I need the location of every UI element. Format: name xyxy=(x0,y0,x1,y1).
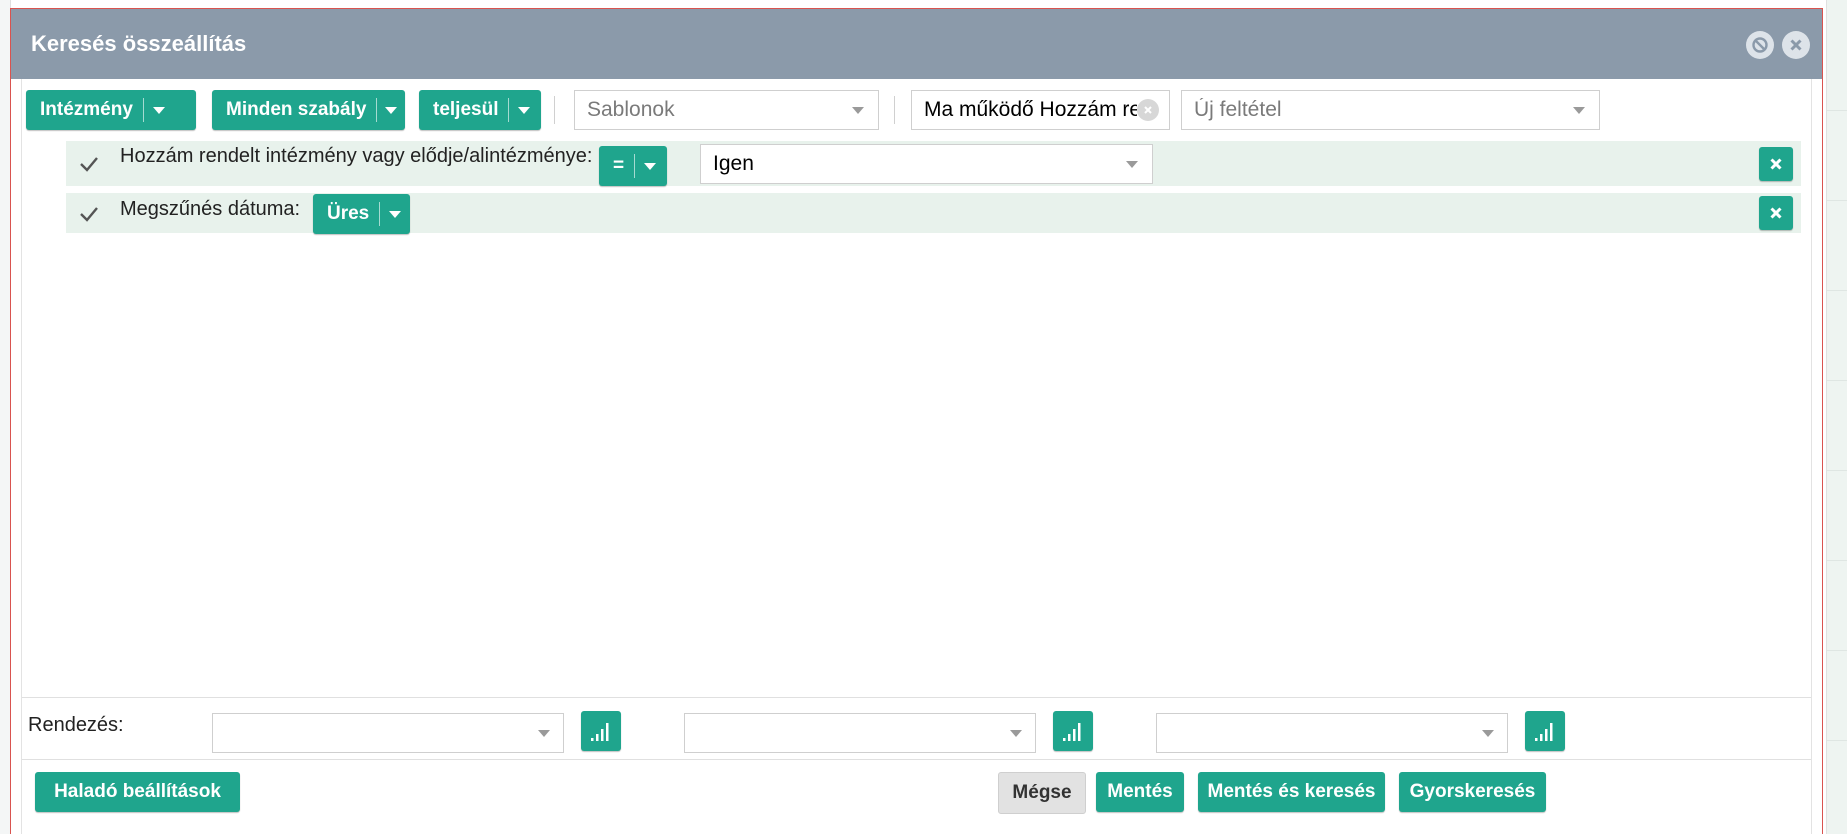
checkmark-icon[interactable] xyxy=(78,203,100,225)
templates-placeholder: Sablonok xyxy=(587,98,675,121)
criteria-toolbar: Intézmény Minden szabály teljesül Sablon… xyxy=(22,79,1811,141)
close-button[interactable] xyxy=(1782,31,1810,59)
clear-icon[interactable] xyxy=(1137,99,1159,121)
sort-bars-icon xyxy=(1063,723,1081,741)
search-builder-dialog: Keresés összeállítás Intézmény Minden sz… xyxy=(10,8,1823,834)
operator-split-button[interactable]: Üres xyxy=(313,194,410,234)
chevron-down-icon[interactable] xyxy=(1003,714,1029,752)
match-mode-split-button[interactable]: Minden szabály xyxy=(212,90,405,130)
fulfill-label: teljesül xyxy=(433,99,499,120)
sort-bars-icon xyxy=(1535,723,1553,741)
save-and-search-button[interactable]: Mentés és keresés xyxy=(1198,772,1385,812)
rule-row: Hozzám rendelt intézmény vagy elődje/ali… xyxy=(66,141,1801,186)
chevron-down-icon[interactable] xyxy=(1559,106,1599,114)
sort-field-select-2[interactable] xyxy=(684,713,1036,753)
sort-direction-button-1[interactable] xyxy=(581,711,621,751)
saved-search-value: Ma működő Hozzám re xyxy=(924,98,1137,121)
advanced-settings-button[interactable]: Haladó beállítások xyxy=(35,772,240,812)
sort-direction-button-3[interactable] xyxy=(1525,711,1565,751)
chevron-down-icon[interactable] xyxy=(144,90,174,130)
toolbar-divider xyxy=(554,96,555,124)
chevron-down-icon[interactable] xyxy=(531,714,557,752)
background-right-strip xyxy=(1826,0,1847,834)
sort-label: Rendezés: xyxy=(28,714,124,736)
x-icon xyxy=(1770,207,1782,219)
chevron-down-icon[interactable] xyxy=(838,106,878,114)
dialog-footer: Haladó beállítások Mégse Mentés Mentés é… xyxy=(22,759,1811,836)
sort-bar: Rendezés: xyxy=(22,697,1811,760)
entity-split-button[interactable]: Intézmény xyxy=(26,90,196,130)
rule-label: Hozzám rendelt intézmény vagy elődje/ali… xyxy=(120,145,593,167)
save-button[interactable]: Mentés xyxy=(1096,772,1184,812)
operator-split-button[interactable]: = xyxy=(599,146,667,186)
quick-search-button[interactable]: Gyorskeresés xyxy=(1399,772,1546,812)
checkmark-icon[interactable] xyxy=(78,153,100,175)
rule-row: Megszűnés dátuma: Üres xyxy=(66,193,1801,234)
new-condition-placeholder: Új feltétel xyxy=(1194,98,1282,121)
close-icon xyxy=(1790,39,1802,51)
dialog-titlebar[interactable]: Keresés összeállítás xyxy=(11,9,1822,79)
chevron-down-icon[interactable] xyxy=(1475,714,1501,752)
templates-select[interactable]: Sablonok xyxy=(574,90,879,130)
match-mode-label: Minden szabály xyxy=(226,99,367,120)
x-icon xyxy=(1770,158,1782,170)
sort-field-select-1[interactable] xyxy=(212,713,564,753)
chevron-down-icon[interactable] xyxy=(377,90,405,130)
sort-bars-icon xyxy=(591,723,609,741)
delete-rule-button[interactable] xyxy=(1759,147,1793,181)
saved-search-select[interactable]: Ma működő Hozzám re xyxy=(911,90,1170,130)
chevron-down-icon[interactable] xyxy=(635,146,665,186)
cancel-button[interactable]: Mégse xyxy=(998,772,1086,814)
chevron-down-icon[interactable] xyxy=(509,90,539,130)
circle-slash-icon xyxy=(1752,37,1768,53)
chevron-down-icon[interactable] xyxy=(380,194,410,234)
toolbar-divider xyxy=(894,96,895,124)
fulfill-split-button[interactable]: teljesül xyxy=(419,90,541,130)
dialog-content: Intézmény Minden szabály teljesül Sablon… xyxy=(21,79,1812,834)
sort-field-select-3[interactable] xyxy=(1156,713,1508,753)
operator-label: Üres xyxy=(327,203,370,224)
chevron-down-icon[interactable] xyxy=(1112,160,1152,168)
sort-direction-button-2[interactable] xyxy=(1053,711,1093,751)
entity-label: Intézmény xyxy=(40,99,133,120)
operator-label: = xyxy=(613,155,625,176)
rule-value-select[interactable]: Igen xyxy=(700,144,1153,184)
delete-rule-button[interactable] xyxy=(1759,196,1793,230)
dialog-title: Keresés összeállítás xyxy=(31,31,247,56)
rule-label: Megszűnés dátuma: xyxy=(120,198,301,220)
new-condition-select[interactable]: Új feltétel xyxy=(1181,90,1600,130)
minimize-button[interactable] xyxy=(1746,31,1774,59)
rule-value: Igen xyxy=(713,152,754,175)
